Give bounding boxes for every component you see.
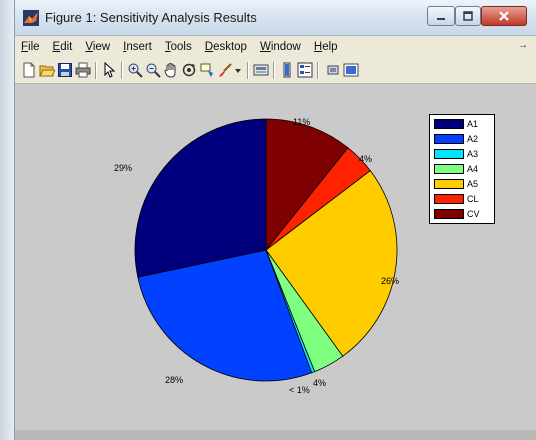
menu-file-label: ile bbox=[28, 41, 40, 53]
legend-item-cv: CV bbox=[434, 207, 480, 220]
legend-label-cl: CL bbox=[467, 193, 479, 204]
figure-canvas[interactable]: 11% 4% 26% 4% < 1% 28% 29% A1 A2 A3 A4 A… bbox=[15, 84, 536, 430]
show-plot-tools-icon[interactable] bbox=[343, 62, 359, 78]
legend-label-a5: A5 bbox=[467, 178, 479, 189]
toolbar-separator bbox=[121, 62, 123, 79]
pie-label-cl: 4% bbox=[359, 154, 373, 164]
toolbar-separator bbox=[273, 62, 275, 79]
pan-hand-icon[interactable] bbox=[163, 62, 179, 78]
maximize-icon bbox=[463, 11, 473, 21]
legend-label-a4: A4 bbox=[467, 163, 479, 174]
pie-label-cv: 11% bbox=[293, 117, 311, 127]
legend-swatch-a3 bbox=[434, 148, 464, 159]
legend-swatch-cl bbox=[434, 193, 464, 204]
minimize-button[interactable] bbox=[427, 6, 455, 26]
legend-label-cv: CV bbox=[467, 208, 480, 219]
menu-file-mnemonic: F bbox=[21, 41, 29, 53]
data-cursor-icon[interactable] bbox=[199, 62, 215, 78]
brush-icon[interactable] bbox=[217, 62, 233, 78]
close-icon bbox=[499, 11, 509, 21]
menu-tools-label: ools bbox=[170, 41, 192, 53]
colorbar-icon[interactable] bbox=[279, 62, 295, 78]
menu-bar: File Edit View Insert Tools Desktop Wind… bbox=[15, 36, 536, 58]
legend-swatch-a1 bbox=[434, 118, 464, 129]
menu-tools[interactable]: Tools bbox=[165, 41, 192, 53]
menu-overflow-arrow-icon[interactable]: → bbox=[518, 40, 528, 51]
legend-item-a2: A2 bbox=[434, 132, 478, 145]
legend-item-cl: CL bbox=[434, 192, 479, 205]
menu-insert-label: nsert bbox=[126, 41, 152, 53]
menu-window-label: indow bbox=[270, 41, 301, 53]
window-title: Figure 1: Sensitivity Analysis Results bbox=[45, 10, 257, 25]
menu-view-label: iew bbox=[92, 41, 111, 53]
menu-edit-label: dit bbox=[60, 41, 73, 53]
menu-window[interactable]: Window bbox=[260, 41, 301, 53]
pie-label-a5: 26% bbox=[381, 276, 400, 286]
legend-swatch-a2 bbox=[434, 133, 464, 144]
legend-swatch-a4 bbox=[434, 163, 464, 174]
menu-help-mnemonic: H bbox=[313, 41, 323, 53]
new-figure-icon[interactable] bbox=[21, 62, 37, 78]
menu-help[interactable]: Help bbox=[314, 41, 338, 53]
close-button[interactable] bbox=[481, 6, 527, 26]
menu-desktop[interactable]: Desktop bbox=[205, 41, 247, 53]
legend-label-a1: A1 bbox=[467, 118, 479, 129]
rotate-3d-icon[interactable] bbox=[181, 62, 197, 78]
legend-item-a1: A1 bbox=[434, 117, 478, 130]
zoom-in-icon[interactable] bbox=[127, 62, 143, 78]
menu-edit[interactable]: Edit bbox=[53, 41, 73, 53]
legend-icon[interactable] bbox=[297, 62, 313, 78]
brush-dropdown-icon[interactable] bbox=[234, 62, 242, 78]
pie-label-a4: 4% bbox=[313, 378, 327, 388]
edit-plot-arrow-icon[interactable] bbox=[101, 62, 117, 78]
menu-help-label: elp bbox=[322, 41, 338, 53]
zoom-out-icon[interactable] bbox=[145, 62, 161, 78]
title-bar[interactable]: Figure 1: Sensitivity Analysis Results bbox=[15, 0, 536, 36]
menu-file[interactable]: File bbox=[21, 41, 40, 53]
menu-view[interactable]: View bbox=[85, 41, 110, 53]
open-file-icon[interactable] bbox=[39, 62, 55, 78]
menu-desktop-label: esktop bbox=[213, 41, 247, 53]
legend-item-a3: A3 bbox=[434, 147, 478, 160]
menu-insert[interactable]: Insert bbox=[123, 41, 152, 53]
maximize-button[interactable] bbox=[455, 6, 481, 26]
print-icon[interactable] bbox=[75, 62, 91, 78]
pie-label-a1: 29% bbox=[114, 163, 133, 173]
menu-view-mnemonic: V bbox=[85, 41, 93, 53]
pie-label-a2: 28% bbox=[165, 375, 184, 385]
legend-item-a5: A5 bbox=[434, 177, 478, 190]
toolbar-separator bbox=[95, 62, 97, 79]
legend-label-a2: A2 bbox=[467, 133, 479, 144]
minimize-icon bbox=[437, 18, 445, 20]
toolbar-separator bbox=[247, 62, 249, 79]
matlab-logo-icon bbox=[23, 10, 39, 26]
hide-plot-tools-icon[interactable] bbox=[325, 62, 341, 78]
window-bottom-edge bbox=[15, 430, 536, 440]
menu-desktop-mnemonic: D bbox=[204, 41, 214, 53]
legend-swatch-a5 bbox=[434, 178, 464, 189]
legend-label-a3: A3 bbox=[467, 148, 479, 159]
save-icon[interactable] bbox=[57, 62, 73, 78]
pie-slice-a1 bbox=[134, 118, 267, 278]
desktop-background-strip bbox=[0, 0, 14, 440]
figure-toolbar bbox=[15, 58, 536, 84]
figure-window: Figure 1: Sensitivity Analysis Results F… bbox=[14, 0, 536, 440]
menu-window-mnemonic: W bbox=[259, 41, 271, 53]
pie-label-a3: < 1% bbox=[289, 385, 310, 395]
link-plot-icon[interactable] bbox=[253, 62, 269, 78]
toolbar-separator bbox=[317, 62, 319, 79]
chart-legend[interactable]: A1 A2 A3 A4 A5 CL CV bbox=[429, 114, 495, 224]
legend-item-a4: A4 bbox=[434, 162, 478, 175]
legend-swatch-cv bbox=[434, 208, 464, 219]
